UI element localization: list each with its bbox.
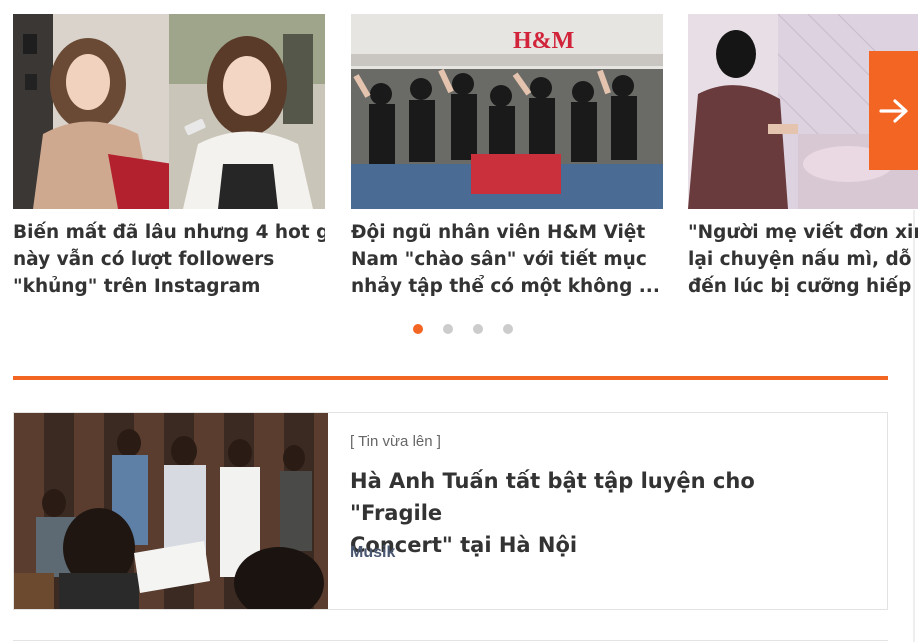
divider [13,640,888,641]
concert-rehearsal-photo [14,413,328,609]
card-title[interactable]: Biến mất đã lâu nhưng 4 hot girl này vẫn… [13,219,325,300]
featured-article[interactable]: [ Tin vừa lên ] Hà Anh Tuấn tất bật tập … [13,412,888,610]
card-title[interactable]: Đội ngũ nhân viên H&M Việt Nam "chào sân… [351,219,663,300]
pagination-dot[interactable] [443,324,453,334]
card-thumbnail[interactable]: H&M [351,14,663,209]
store-sign-text: H&M [513,28,574,54]
carousel-next-button[interactable] [869,51,918,170]
card-thumbnail[interactable] [13,14,325,209]
article-tag: [ Tin vừa lên ] [350,433,441,450]
section-divider [13,376,888,380]
news-carousel: Biến mất đã lâu nhưng 4 hot girl này vẫn… [0,0,918,350]
carousel-pagination [0,324,918,336]
scroll-edge [913,210,915,642]
dance-crowd-photo: H&M [351,14,663,209]
card-title[interactable]: "Người mẹ viết đơn xin c lại chuyện nấu … [688,219,918,300]
article-category-link[interactable]: Musik [350,544,395,562]
pagination-dot-active[interactable] [413,324,423,334]
pagination-dot[interactable] [503,324,513,334]
carousel-card[interactable]: Biến mất đã lâu nhưng 4 hot girl này vẫn… [13,14,325,300]
carousel-card[interactable]: H&M Đội ngũ nhân viên H&M Việt Nam "chào… [351,14,663,300]
pagination-dot[interactable] [473,324,483,334]
arrow-right-icon [878,98,908,123]
hot-girls-photo [13,14,325,209]
article-thumbnail[interactable] [14,413,328,609]
article-title[interactable]: Hà Anh Tuấn tất bật tập luyện cho "Fragi… [350,465,850,561]
